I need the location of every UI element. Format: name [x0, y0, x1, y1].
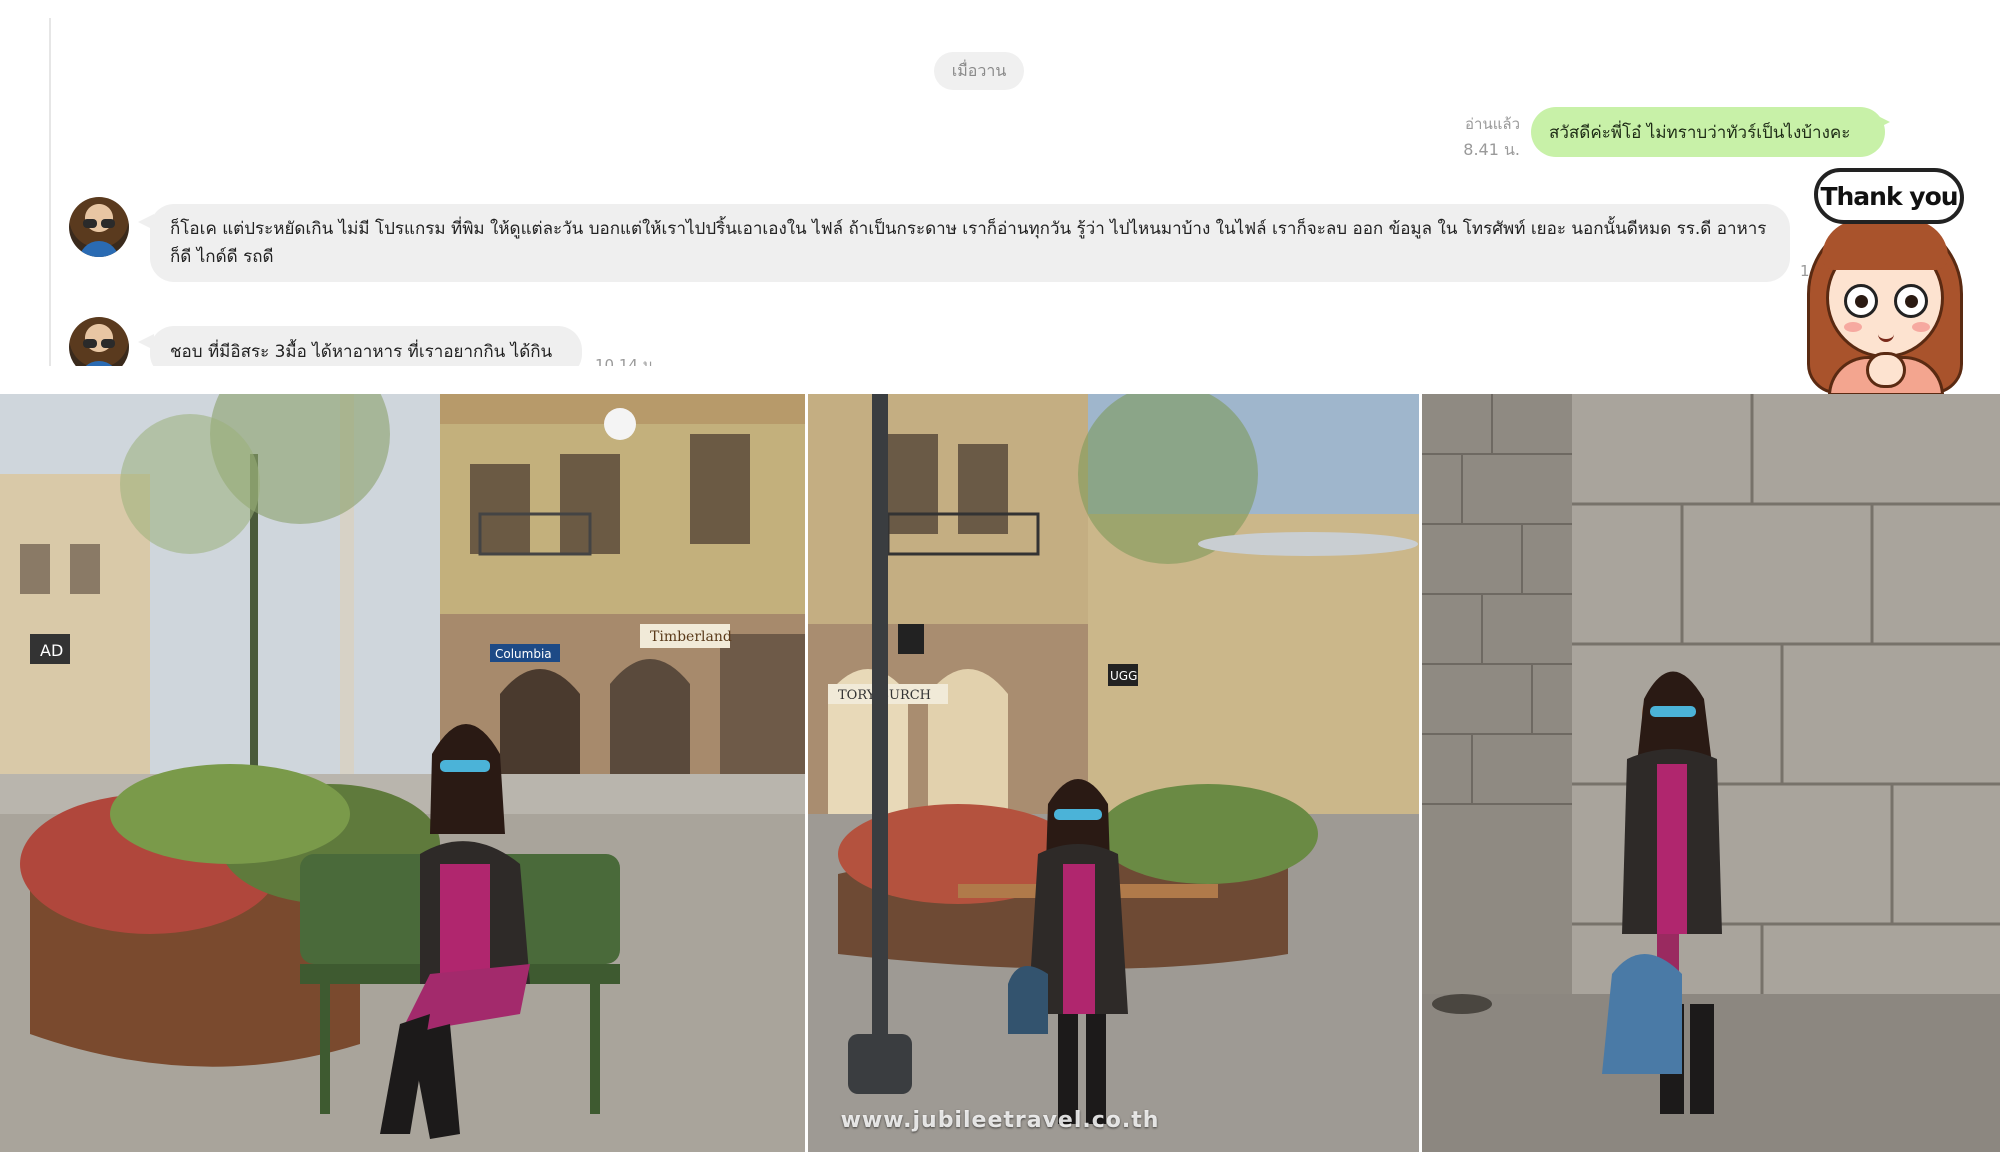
store-sign-columbia: Columbia: [495, 647, 552, 661]
thank-you-sticker[interactable]: Thank you: [1800, 164, 1970, 396]
outgoing-message-time: 8.41 น.: [1463, 140, 1520, 159]
sticker-girl-hands: [1866, 352, 1906, 388]
chat-panel: เมื่อวาน อ่านแล้ว 8.41 น. สวัสดีค่ะพี่โอ…: [0, 0, 2000, 366]
sticker-girl-eye: [1894, 284, 1928, 318]
avatar-glasses: [83, 339, 115, 348]
photo-stone-wall[interactable]: [1422, 394, 2000, 1152]
store-sign-ad-text: AD: [40, 641, 63, 660]
avatar[interactable]: [69, 197, 129, 257]
outgoing-bubble-tail: [1874, 114, 1890, 130]
incoming-message-bubble[interactable]: ก็โอเค แต่ประหยัดเกิน ไม่มี โปรแกรม ที่พ…: [150, 204, 1790, 282]
sticker-girl-bangs: [1822, 220, 1948, 270]
sticker-girl-blush: [1912, 322, 1930, 332]
outgoing-message-text: สวัสดีค่ะพี่โอ๋ ไม่ทราบว่าทัวร์เป็นไงบ้า…: [1549, 122, 1851, 143]
store-sign-ad: AD: [40, 641, 63, 660]
avatar-glasses: [83, 219, 115, 228]
photo-outlet-bench-image: AD Timberland Columbia: [0, 394, 805, 1152]
store-sign-ugg: UGG: [1110, 669, 1137, 683]
incoming-message-bubble[interactable]: ชอบ ที่มีอิสระ 3มื้อ ได้หาอาหาร ที่เราอย…: [150, 326, 582, 366]
photo-stone-wall-image: [1422, 394, 2000, 1152]
sticker-text: Thank you: [1820, 181, 1958, 211]
outgoing-message-meta: อ่านแล้ว 8.41 น.: [1430, 111, 1520, 163]
photo-outlet-street-image: TORY BURCH UGG: [808, 394, 1419, 1152]
chat-left-divider: [49, 18, 51, 366]
avatar[interactable]: [69, 317, 129, 366]
avatar-shirt: [79, 361, 119, 366]
photo-outlet-bench[interactable]: AD Timberland Columbia: [0, 394, 805, 1152]
date-separator: เมื่อวาน: [934, 52, 1024, 90]
photo-outlet-street[interactable]: TORY BURCH UGG: [808, 394, 1419, 1152]
photo-strip: AD Timberland Columbia TORY BURCH UGG: [0, 394, 2000, 1152]
sticker-girl-eye: [1844, 284, 1878, 318]
incoming-message-text: ก็โอเค แต่ประหยัดเกิน ไม่มี โปรแกรม ที่พ…: [170, 219, 1767, 267]
watermark: www.jubileetravel.co.th: [840, 1108, 1160, 1133]
store-sign-timberland: Timberland: [650, 629, 732, 645]
sticker-speech-bubble: Thank you: [1814, 168, 1964, 224]
outgoing-message-bubble[interactable]: สวัสดีค่ะพี่โอ๋ ไม่ทราบว่าทัวร์เป็นไงบ้า…: [1531, 107, 1885, 157]
avatar-shirt: [79, 241, 119, 257]
sticker-girl-blush: [1844, 322, 1862, 332]
incoming-message-time: 10.14 น.: [595, 356, 658, 366]
incoming-message-text: ชอบ ที่มีอิสระ 3มื้อ ได้หาอาหาร ที่เราอย…: [170, 342, 553, 362]
read-status: อ่านแล้ว: [1465, 115, 1520, 133]
